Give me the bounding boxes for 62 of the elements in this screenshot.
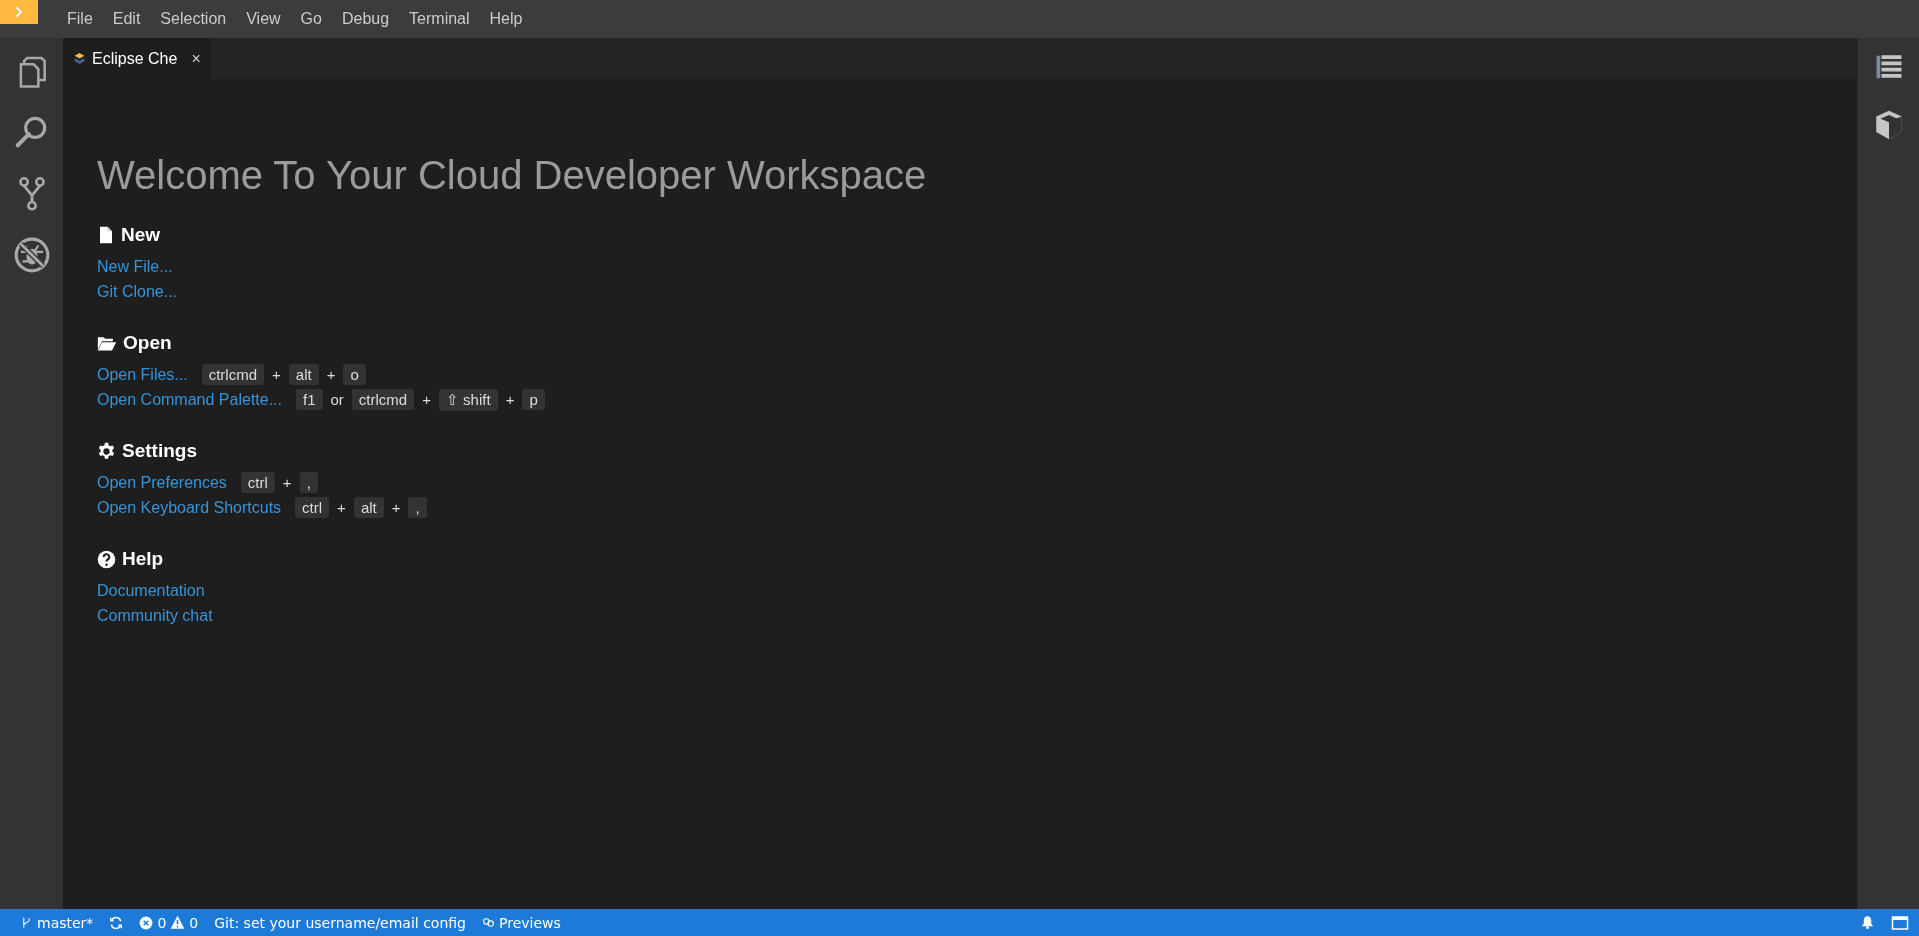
- keybinding-separator: +: [272, 366, 281, 383]
- branch-indicator[interactable]: master*: [20, 914, 94, 931]
- git-message[interactable]: Git: set your username/email config: [214, 914, 466, 931]
- keybinding-key: ctrlcmd: [351, 389, 415, 410]
- keybinding-key: ctrl: [240, 472, 275, 493]
- keybinding-key: alt: [353, 497, 384, 518]
- bell-icon: [1860, 915, 1875, 930]
- keybinding-key: ctrlcmd: [201, 364, 265, 385]
- menu-item[interactable]: Go: [290, 10, 332, 28]
- previews-item[interactable]: Previews: [482, 914, 561, 931]
- branch-name: master*: [37, 914, 94, 931]
- section-heading: Help: [122, 548, 164, 570]
- warning-count: 0: [189, 914, 199, 931]
- keybinding-separator: +: [505, 391, 515, 408]
- section-heading: New: [121, 224, 161, 246]
- menu-item[interactable]: File: [57, 10, 103, 28]
- previews-label: Previews: [499, 914, 561, 931]
- menu-item[interactable]: Edit: [102, 10, 151, 28]
- menu-item[interactable]: Terminal: [399, 10, 480, 28]
- error-count: 0: [157, 914, 167, 931]
- keybinding-separator: +: [326, 366, 336, 383]
- keybinding-separator: +: [337, 499, 346, 516]
- error-icon: [139, 915, 154, 930]
- keybinding-key: ,: [408, 497, 427, 518]
- action-link[interactable]: New File...: [97, 257, 173, 276]
- action-link[interactable]: Open Files...: [97, 365, 188, 384]
- help-icon: [97, 549, 116, 569]
- keybinding-key: f1: [296, 389, 323, 410]
- menu-item[interactable]: Help: [479, 10, 533, 28]
- action-link[interactable]: Open Preferences: [97, 473, 227, 492]
- gear-icon: [97, 441, 116, 461]
- close-icon[interactable]: ×: [191, 49, 201, 68]
- link-icon: [482, 916, 495, 929]
- no-debug-icon: [12, 236, 51, 274]
- keybinding-key: ctrl: [295, 497, 330, 518]
- action-link[interactable]: Community chat: [97, 606, 213, 625]
- keybinding-key: ,: [299, 472, 318, 493]
- keybinding-key: ⇧ shift: [438, 388, 498, 411]
- file-icon: [97, 226, 115, 244]
- action-link[interactable]: Git Clone...: [97, 282, 178, 301]
- action-link[interactable]: Open Command Palette...: [97, 390, 282, 409]
- panel-icon: [1891, 913, 1909, 932]
- keybinding-separator: +: [391, 499, 401, 516]
- branch-icon: [20, 916, 33, 929]
- section-heading: Open: [123, 332, 172, 354]
- keybinding-separator: +: [422, 391, 431, 408]
- action-link[interactable]: Documentation: [97, 581, 205, 600]
- warning-icon: [170, 915, 186, 930]
- keybinding-key: o: [343, 364, 366, 385]
- menu-item[interactable]: Selection: [150, 10, 237, 28]
- problems-indicator[interactable]: 0 0: [139, 914, 199, 931]
- keybinding-separator: +: [282, 474, 292, 491]
- section-heading: Settings: [122, 440, 197, 462]
- menu-item[interactable]: Debug: [331, 10, 400, 28]
- che-logo-icon: [73, 52, 86, 65]
- editor-tab[interactable]: Eclipse Che ×: [63, 38, 211, 79]
- welcome-title: Welcome To Your Cloud Developer Workspace: [97, 153, 928, 198]
- keybinding-key: p: [522, 389, 545, 410]
- action-link[interactable]: Open Keyboard Shortcuts: [97, 498, 282, 517]
- menu-item[interactable]: View: [236, 10, 291, 28]
- keybinding-separator: or: [330, 391, 344, 408]
- keybinding-key: alt: [288, 364, 319, 385]
